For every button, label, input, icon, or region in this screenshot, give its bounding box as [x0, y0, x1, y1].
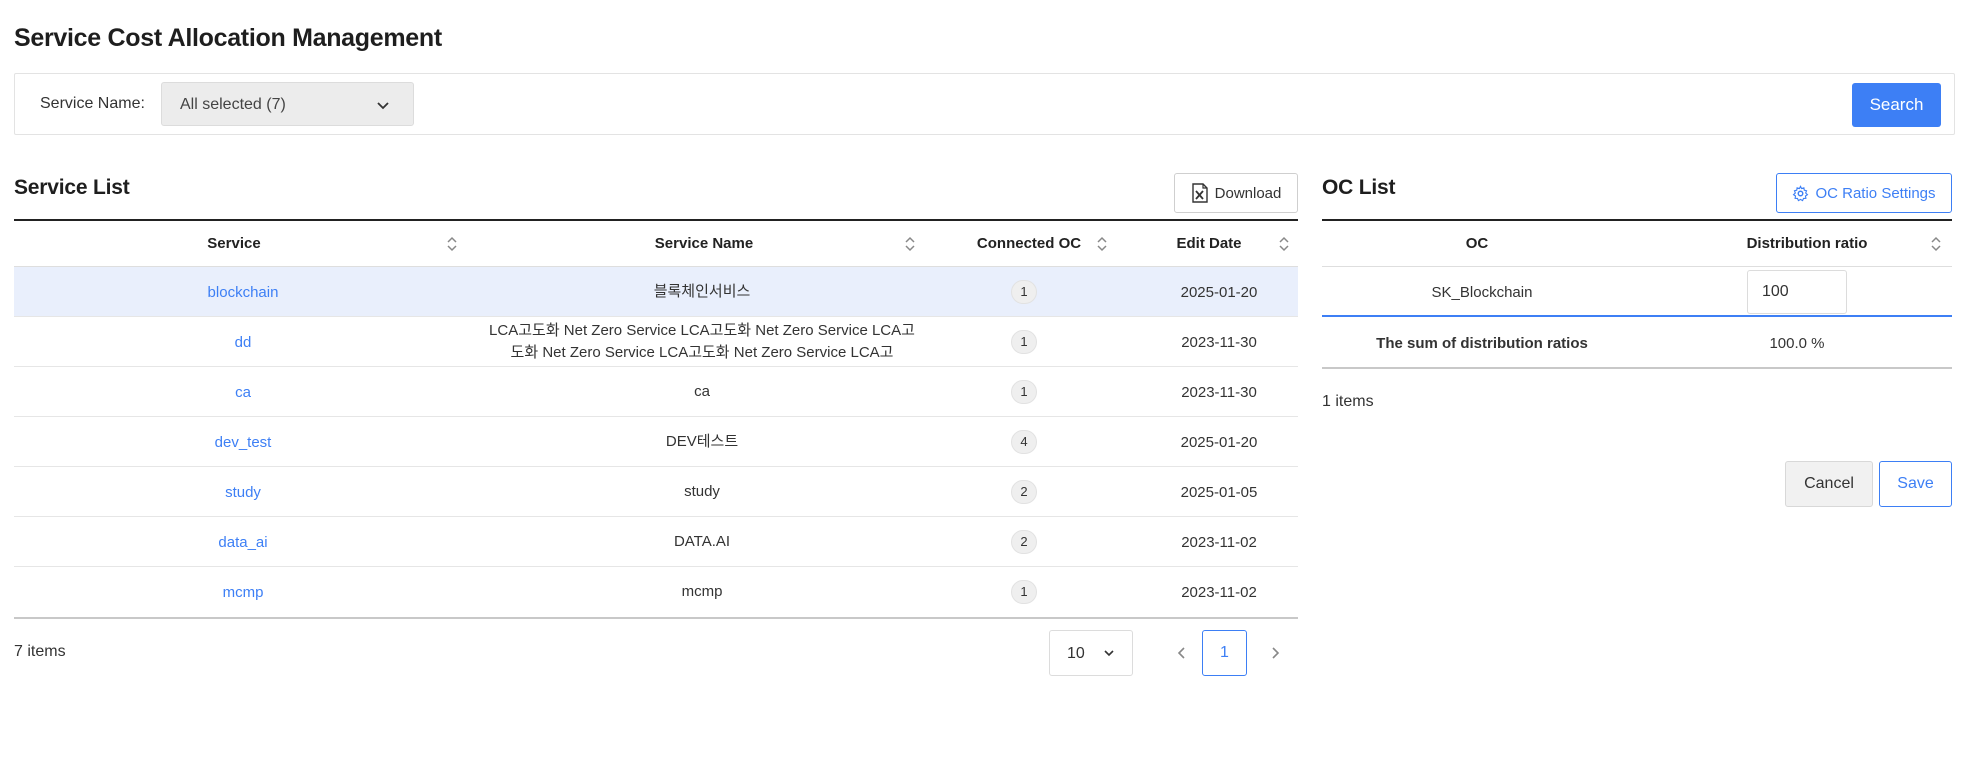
service-name-label: Service Name: [40, 95, 145, 112]
column-header-oc: OC [1465, 235, 1489, 252]
oc-ratio-settings-button[interactable]: OC Ratio Settings [1776, 173, 1952, 213]
service-name-cell: LCA고도화 Net Zero Service LCA고도화 Net Zero … [489, 322, 915, 361]
oc-ratio-settings-label: OC Ratio Settings [1815, 184, 1936, 202]
connected-oc-cell: 2 [974, 517, 1074, 567]
gear-icon [1793, 184, 1809, 201]
connected-oc-badge: 1 [1011, 330, 1037, 354]
service-link[interactable]: dd [14, 317, 472, 367]
service-link[interactable]: study [14, 467, 472, 517]
oc-items-count: 1 items [1322, 393, 1374, 410]
service-table: Service Service Name Connected OC Edit D… [14, 219, 1298, 617]
distribution-sum-label: The sum of distribution ratios [1376, 334, 1588, 352]
oc-list-title: OC List [1322, 176, 1396, 199]
distribution-sum-value: 100.0 % [1769, 334, 1825, 352]
service-link[interactable]: data_ai [14, 517, 472, 567]
oc-table-header: OC Distribution ratio [1322, 221, 1952, 267]
edit-date-cell: 2023-11-02 [1181, 533, 1257, 551]
service-name-select-value: All selected (7) [180, 96, 286, 113]
edit-date-cell: 2023-11-30 [1181, 383, 1257, 401]
pagination-page-current[interactable]: 1 [1202, 630, 1247, 676]
edit-date-cell: 2025-01-05 [1180, 483, 1258, 501]
edit-date-cell: 2023-11-30 [1181, 333, 1257, 351]
service-name-cell: mcmp [681, 583, 723, 600]
connected-oc-cell: 1 [974, 567, 1074, 617]
table-row[interactable]: dev_test DEV테스트 4 2025-01-20 [14, 417, 1298, 467]
table-row: SK_Blockchain [1322, 267, 1952, 317]
service-name-cell: DEV테스트 [665, 433, 739, 450]
oc-name-cell: SK_Blockchain [1431, 283, 1533, 301]
edit-date-cell: 2025-01-20 [1180, 433, 1258, 451]
oc-table: OC Distribution ratio SK_Blockchain The … [1322, 219, 1952, 369]
connected-oc-cell: 1 [974, 317, 1074, 367]
page-title: Service Cost Allocation Management [14, 24, 442, 52]
table-row[interactable]: blockchain 블록체인서비스 1 2025-01-20 [14, 267, 1298, 317]
connected-oc-badge: 1 [1011, 580, 1037, 604]
connected-oc-badge: 1 [1011, 380, 1037, 404]
connected-oc-badge: 4 [1011, 430, 1037, 454]
page-size-select[interactable]: 10 [1049, 630, 1133, 676]
service-name-select[interactable]: All selected (7) [161, 82, 414, 126]
service-link[interactable]: blockchain [14, 267, 472, 317]
service-link[interactable]: dev_test [14, 417, 472, 467]
service-items-count: 7 items [14, 643, 66, 660]
column-header-distribution-ratio[interactable]: Distribution ratio [1722, 221, 1892, 267]
sort-icon[interactable] [1930, 235, 1942, 253]
save-button[interactable]: Save [1879, 461, 1952, 507]
connected-oc-cell: 1 [974, 267, 1074, 317]
service-name-cell: DATA.AI [673, 533, 731, 550]
sort-icon[interactable] [904, 235, 916, 253]
table-row[interactable]: study study 2 2025-01-05 [14, 467, 1298, 517]
chevron-down-icon [1104, 650, 1114, 657]
distribution-ratio-input[interactable] [1747, 270, 1847, 314]
filter-bar: Service Name: All selected (7) Search [14, 73, 1955, 135]
service-link[interactable]: ca [14, 367, 472, 417]
service-name-cell: study [684, 483, 720, 500]
chevron-down-icon [377, 102, 389, 110]
distribution-sum-row: The sum of distribution ratios 100.0 % [1322, 317, 1952, 369]
service-name-cell: ca [694, 383, 710, 400]
column-header-edit-date[interactable]: Edit Date [1134, 221, 1284, 267]
connected-oc-cell: 2 [974, 467, 1074, 517]
table-row[interactable]: dd LCA고도화 Net Zero Service LCA고도화 Net Ze… [14, 317, 1298, 367]
sort-icon[interactable] [1096, 235, 1108, 253]
download-button[interactable]: Download [1174, 173, 1298, 213]
search-button[interactable]: Search [1852, 83, 1941, 127]
sort-icon[interactable] [1278, 235, 1290, 253]
connected-oc-badge: 2 [1011, 530, 1037, 554]
service-link[interactable]: mcmp [14, 567, 472, 617]
column-header-service-name[interactable]: Service Name [474, 221, 934, 267]
service-table-bottom-border [14, 617, 1298, 619]
connected-oc-cell: 1 [974, 367, 1074, 417]
table-row[interactable]: ca ca 1 2023-11-30 [14, 367, 1298, 417]
sort-icon[interactable] [446, 235, 458, 253]
edit-date-cell: 2025-01-20 [1180, 283, 1258, 301]
column-header-connected-oc[interactable]: Connected OC [944, 221, 1114, 267]
service-name-cell: 블록체인서비스 [653, 283, 751, 300]
connected-oc-badge: 2 [1011, 480, 1037, 504]
edit-date-cell: 2023-11-02 [1181, 583, 1257, 601]
table-row[interactable]: mcmp mcmp 1 2023-11-02 [14, 567, 1298, 617]
chevron-left-icon[interactable] [1172, 643, 1192, 663]
table-row[interactable]: data_ai DATA.AI 2 2023-11-02 [14, 517, 1298, 567]
connected-oc-badge: 1 [1011, 280, 1037, 304]
excel-icon [1191, 183, 1208, 203]
connected-oc-cell: 4 [974, 417, 1074, 467]
chevron-right-icon[interactable] [1265, 643, 1285, 663]
service-list-title: Service List [14, 176, 130, 199]
column-header-service[interactable]: Service [14, 221, 454, 267]
page-size-value: 10 [1067, 645, 1085, 662]
download-label: Download [1214, 184, 1282, 202]
service-table-header: Service Service Name Connected OC Edit D… [14, 221, 1298, 267]
cancel-button[interactable]: Cancel [1785, 461, 1873, 507]
